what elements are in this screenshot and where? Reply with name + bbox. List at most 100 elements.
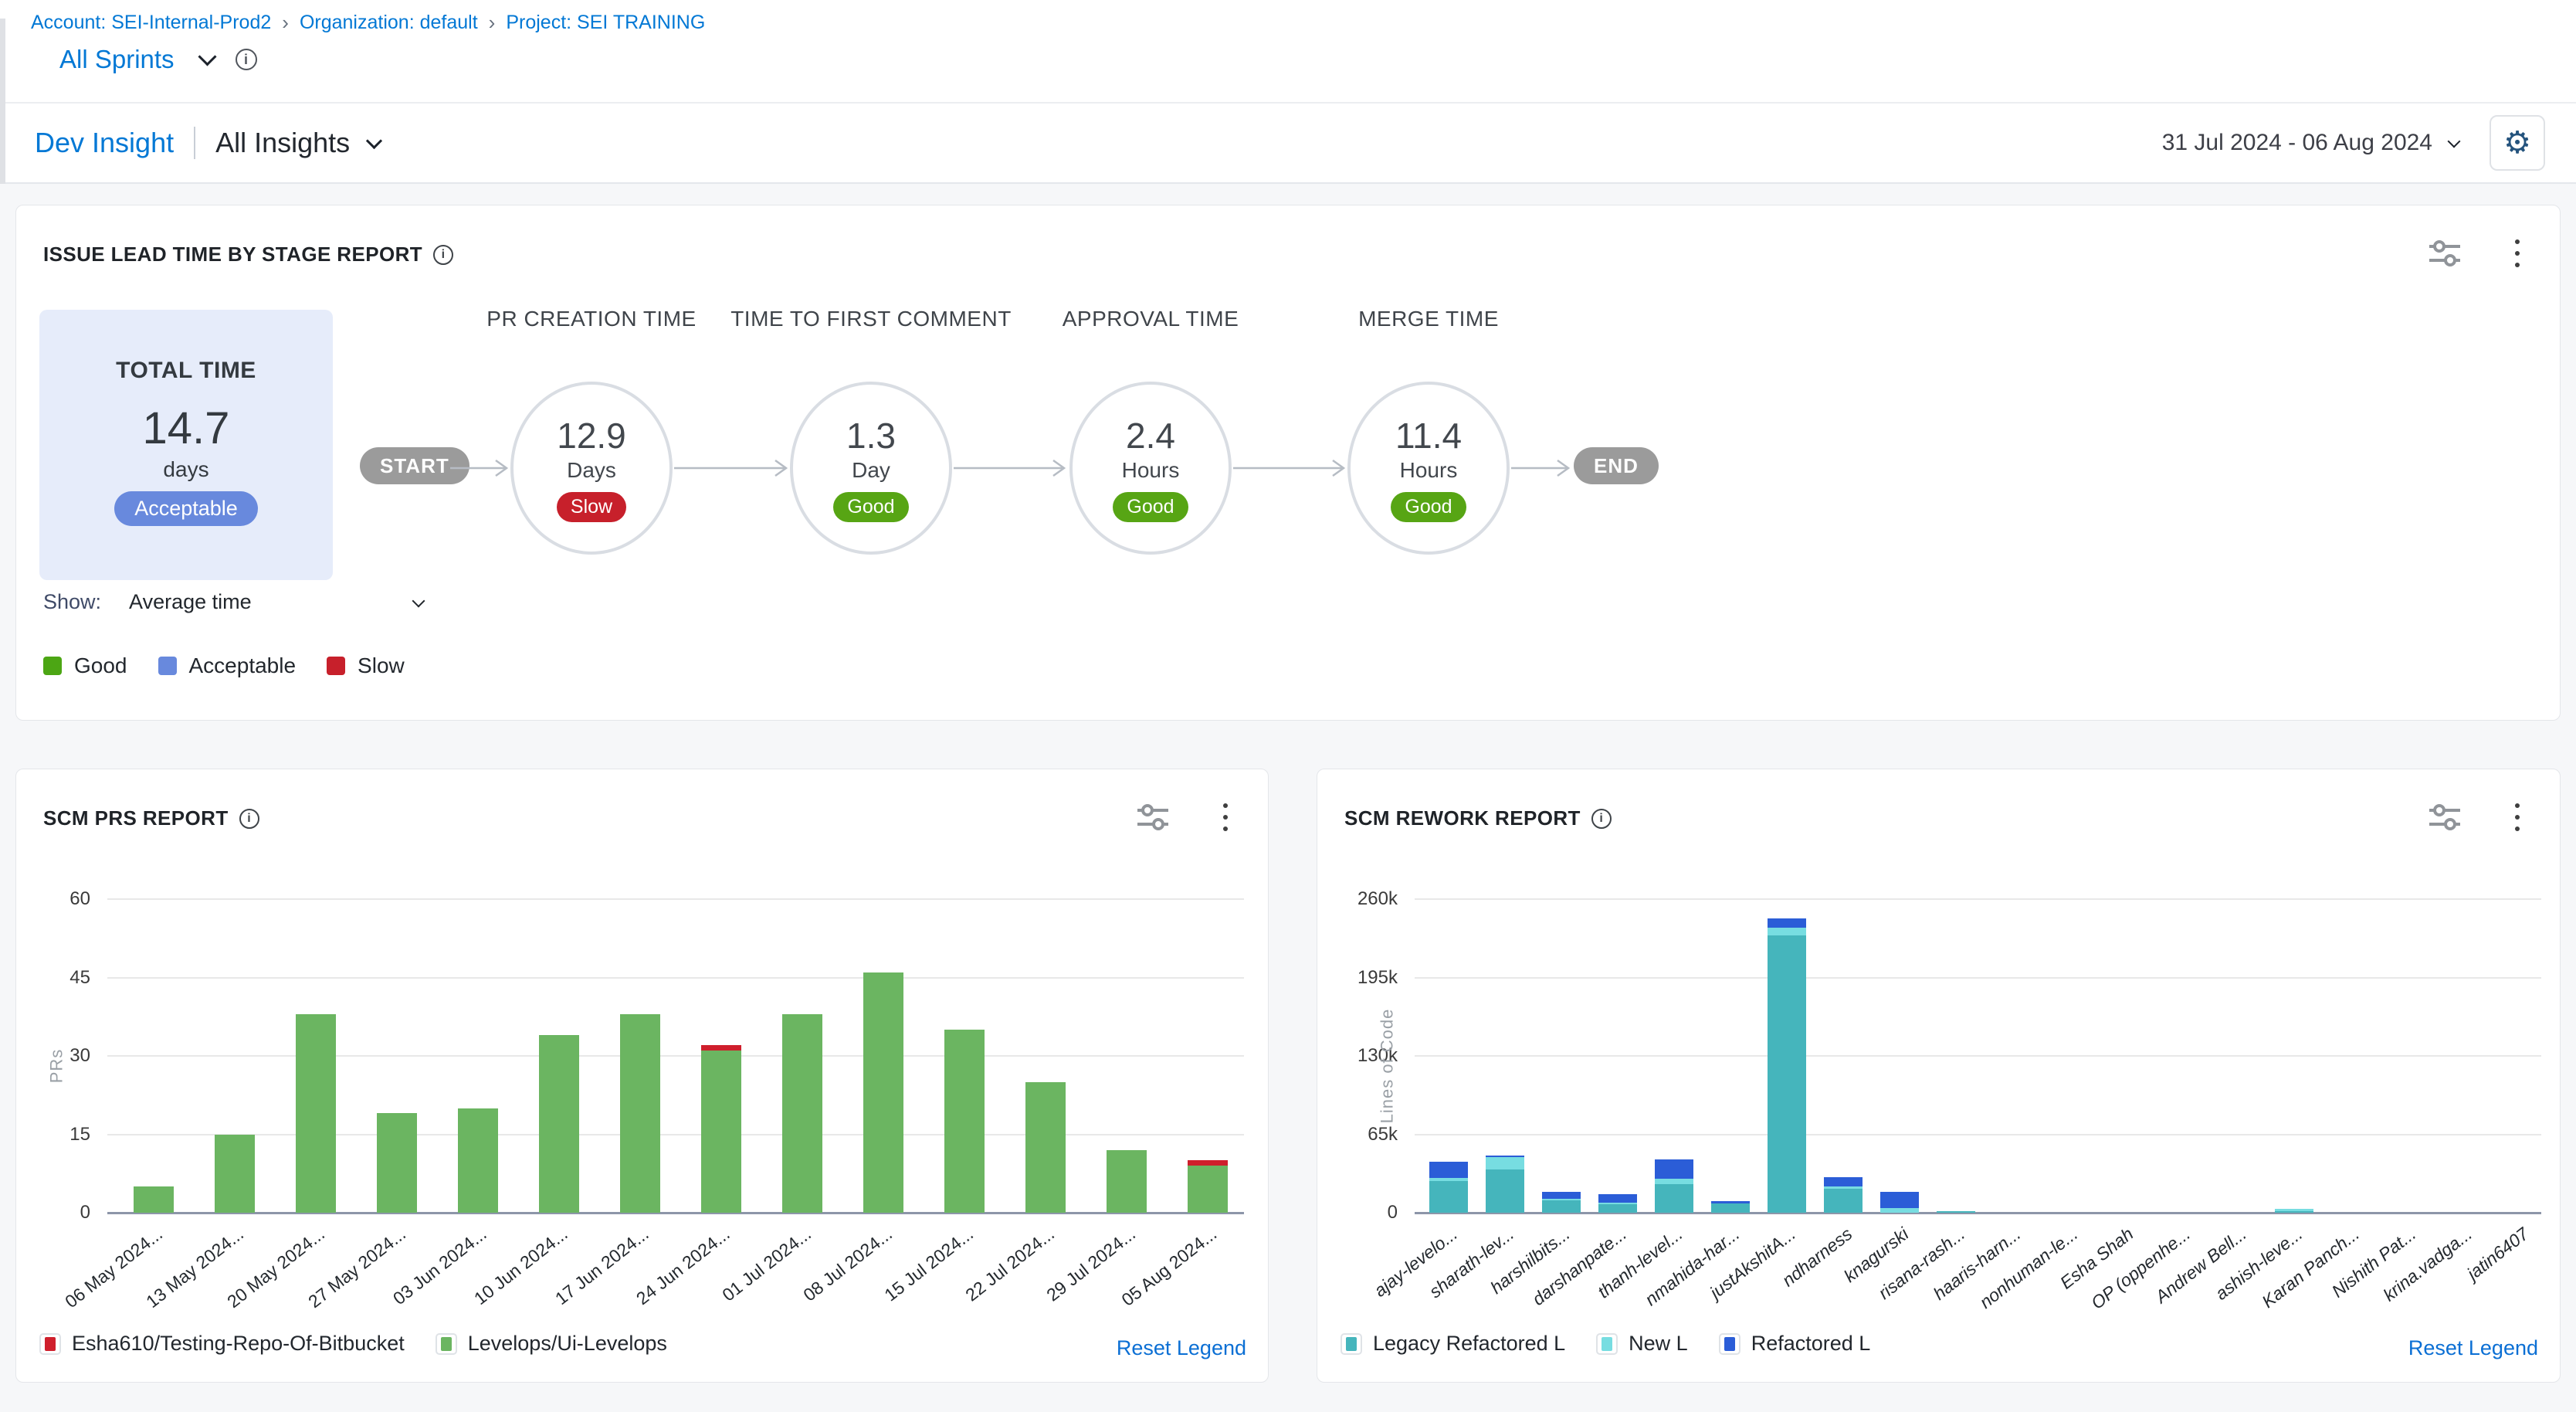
bar-New L[interactable]: [1655, 1179, 1693, 1183]
x-tick-label: nonhuman-le...: [1975, 1224, 2082, 1313]
info-icon[interactable]: i: [236, 49, 257, 70]
bar-Legacy Refactored L[interactable]: [1711, 1203, 1750, 1213]
sliders-icon[interactable]: [2427, 236, 2462, 270]
chevron-down-icon[interactable]: [412, 594, 425, 607]
legend-item[interactable]: Acceptable: [158, 653, 297, 678]
bar-Legacy Refactored L[interactable]: [1598, 1204, 1637, 1213]
bar-Refactored L[interactable]: [1711, 1201, 1750, 1203]
bar-Levelops/Ui-Levelops[interactable]: [134, 1186, 174, 1213]
bar-Levelops/Ui-Levelops[interactable]: [377, 1113, 417, 1213]
bar-Levelops/Ui-Levelops[interactable]: [701, 1051, 741, 1213]
date-range-selector[interactable]: 31 Jul 2024 - 06 Aug 2024: [2162, 130, 2432, 156]
bar-Levelops/Ui-Levelops[interactable]: [782, 1014, 822, 1213]
scm-prs-panel: SCM PRS REPORT i 015304560PRs06 May 2024…: [15, 769, 1269, 1383]
legend-marker: [1719, 1333, 1740, 1355]
bar-Legacy Refactored L[interactable]: [1542, 1200, 1581, 1213]
bar-Levelops/Ui-Levelops[interactable]: [539, 1035, 579, 1213]
panel-title-text: ISSUE LEAD TIME BY STAGE REPORT: [43, 243, 422, 266]
insight-title[interactable]: Dev Insight: [35, 127, 174, 159]
bar-New L[interactable]: [1486, 1157, 1524, 1169]
breadcrumb-item[interactable]: Project: SEI TRAINING: [506, 12, 705, 34]
chevron-down-icon[interactable]: [2448, 135, 2461, 148]
bar-Levelops/Ui-Levelops[interactable]: [620, 1014, 660, 1213]
bar-Levelops/Ui-Levelops[interactable]: [1025, 1082, 1066, 1213]
bar-Legacy Refactored L[interactable]: [1937, 1211, 1975, 1213]
y-axis-title: PRs: [46, 1049, 66, 1084]
breadcrumb-item[interactable]: Organization: default: [300, 12, 478, 34]
legend-label: Levelops/Ui-Levelops: [468, 1332, 667, 1356]
bar-Refactored L[interactable]: [1542, 1192, 1581, 1199]
gear-icon: ⚙: [2503, 127, 2531, 158]
stage-value: 11.4: [1395, 415, 1462, 457]
bar-Legacy Refactored L[interactable]: [1429, 1181, 1468, 1213]
legend-label: Refactored L: [1751, 1332, 1871, 1356]
gridline: [1415, 977, 2541, 979]
bar-New L[interactable]: [2275, 1209, 2313, 1211]
bar-Legacy Refactored L[interactable]: [1824, 1189, 1863, 1213]
bar-New L[interactable]: [1429, 1178, 1468, 1182]
stage-value: 1.3: [846, 415, 896, 457]
bar-Refactored L[interactable]: [1824, 1177, 1863, 1186]
insight-selector[interactable]: All Insights: [215, 127, 350, 159]
show-label: Show:: [43, 590, 101, 614]
bar-Esha610/Testing-Repo-Of-Bitbucket[interactable]: [701, 1045, 741, 1051]
x-tick-label: jatin6407: [2462, 1224, 2532, 1285]
settings-button[interactable]: ⚙: [2490, 115, 2545, 171]
breadcrumb-item[interactable]: Account: SEI-Internal-Prod2: [31, 12, 271, 34]
bar-Levelops/Ui-Levelops[interactable]: [863, 972, 903, 1213]
rating-legend: Good Acceptable Slow: [43, 653, 405, 678]
bar-Levelops/Ui-Levelops[interactable]: [944, 1030, 985, 1213]
bar-New L[interactable]: [1824, 1186, 1863, 1189]
bar-Refactored L[interactable]: [1429, 1162, 1468, 1177]
bar-Levelops/Ui-Levelops[interactable]: [1188, 1166, 1228, 1213]
show-metric-select[interactable]: Average time: [129, 590, 252, 614]
bar-Refactored L[interactable]: [1768, 918, 1806, 928]
gridline: [107, 977, 1244, 979]
bar-Levelops/Ui-Levelops[interactable]: [296, 1014, 336, 1213]
legend-marker: [436, 1333, 457, 1355]
bar-Legacy Refactored L[interactable]: [1655, 1184, 1693, 1213]
bar-Levelops/Ui-Levelops[interactable]: [458, 1108, 498, 1213]
y-axis-title: Lines of Code: [1377, 1009, 1397, 1124]
x-tick-label: 01 Jul 2024...: [718, 1224, 815, 1305]
sprint-selector[interactable]: All Sprints: [59, 45, 175, 74]
stage-title: APPROVAL TIME: [1004, 304, 1297, 333]
bar-Legacy Refactored L[interactable]: [1486, 1169, 1524, 1213]
insight-header: Dev Insight All Insights 31 Jul 2024 - 0…: [0, 102, 2576, 184]
reset-legend-link[interactable]: Reset Legend: [1117, 1336, 1246, 1360]
legend-item[interactable]: Legacy Refactored L: [1341, 1332, 1565, 1356]
gridline: [107, 1055, 1244, 1057]
bar-New L[interactable]: [1880, 1208, 1919, 1213]
info-icon[interactable]: i: [433, 245, 453, 265]
bar-New L[interactable]: [1768, 928, 1806, 935]
legend-item[interactable]: Good: [43, 653, 127, 678]
bar-Refactored L[interactable]: [1598, 1194, 1637, 1203]
legend-item[interactable]: Slow: [327, 653, 405, 678]
legend-item[interactable]: Esha610/Testing-Repo-Of-Bitbucket: [39, 1332, 405, 1356]
legend-marker: [1596, 1333, 1618, 1355]
bar-Esha610/Testing-Repo-Of-Bitbucket[interactable]: [1188, 1160, 1228, 1166]
legend-item[interactable]: Levelops/Ui-Levelops: [436, 1332, 667, 1356]
legend-item[interactable]: New L: [1596, 1332, 1688, 1356]
chevron-down-icon[interactable]: [198, 47, 216, 66]
breadcrumb: Account: SEI-Internal-Prod2›Organization…: [31, 11, 705, 35]
rework-bar-chart: 065k130k195k260kLines of Codeajay-levelo…: [1317, 769, 2560, 1382]
reset-legend-link[interactable]: Reset Legend: [2408, 1336, 2538, 1360]
legend-item[interactable]: Refactored L: [1719, 1332, 1871, 1356]
bar-Refactored L[interactable]: [1655, 1159, 1693, 1179]
chevron-down-icon[interactable]: [366, 132, 382, 148]
bar-Legacy Refactored L[interactable]: [1768, 935, 1806, 1213]
bar-Legacy Refactored L[interactable]: [2275, 1211, 2313, 1213]
legend-label: Good: [74, 653, 127, 678]
bar-Levelops/Ui-Levelops[interactable]: [1107, 1150, 1147, 1213]
divider: [194, 127, 195, 159]
bar-Refactored L[interactable]: [1880, 1192, 1919, 1207]
kebab-menu-icon[interactable]: [2512, 236, 2523, 270]
bar-New L[interactable]: [1542, 1199, 1581, 1201]
legend-swatch: [158, 657, 177, 675]
prs-bar-chart: 015304560PRs06 May 2024...13 May 2024...…: [16, 769, 1268, 1382]
x-tick-label: 22 Jul 2024...: [961, 1224, 1058, 1305]
bar-Refactored L[interactable]: [1486, 1156, 1524, 1158]
bar-New L[interactable]: [1598, 1203, 1637, 1205]
bar-Levelops/Ui-Levelops[interactable]: [215, 1135, 255, 1213]
